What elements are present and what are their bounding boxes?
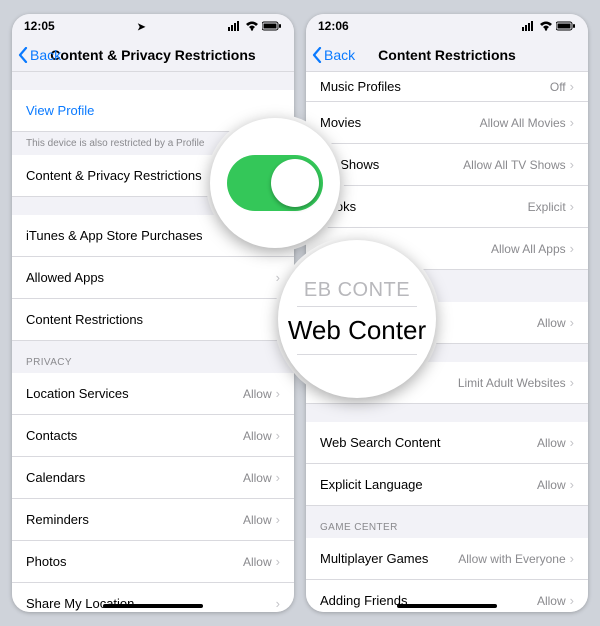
list-item[interactable]: BooksExplicit›	[306, 186, 588, 228]
status-right	[228, 21, 282, 31]
list-item[interactable]: Content Restrictions›	[12, 299, 294, 341]
list-item[interactable]: RemindersAllow›	[12, 499, 294, 541]
list-item[interactable]: Location ServicesAllow›	[12, 373, 294, 415]
chevron-right-icon: ›	[570, 115, 574, 130]
list-item[interactable]: Allowed Apps›	[12, 257, 294, 299]
wifi-icon	[245, 21, 259, 31]
chevron-right-icon: ›	[276, 596, 280, 611]
status-bar: 12:06	[306, 14, 588, 38]
big-toggle-on	[227, 155, 323, 211]
status-bar: 12:05 ➤	[12, 14, 294, 38]
location-icon: ➤	[137, 22, 145, 33]
chevron-right-icon: ›	[570, 435, 574, 450]
clock: 12:05	[24, 19, 55, 33]
wifi-icon	[539, 21, 553, 31]
mag-main-text: Web Conter	[288, 307, 426, 354]
nav-bar: Back Content & Privacy Restrictions	[12, 38, 294, 72]
list-item[interactable]: ContactsAllow›	[12, 415, 294, 457]
back-button[interactable]: Back	[312, 47, 355, 63]
list-item[interactable]: TV ShowsAllow All TV Shows›	[306, 144, 588, 186]
chevron-right-icon: ›	[276, 470, 280, 485]
list-item[interactable]: Multiplayer GamesAllow with Everyone›	[306, 538, 588, 580]
privacy-header: Privacy	[12, 341, 294, 373]
chevron-right-icon: ›	[276, 512, 280, 527]
signal-icon	[228, 21, 242, 31]
chevron-right-icon: ›	[570, 551, 574, 566]
battery-icon	[556, 21, 576, 31]
chevron-left-icon	[18, 47, 28, 63]
left-phone: 12:05 ➤ Back Content & Privacy Restricti…	[12, 14, 294, 612]
list-item[interactable]: MoviesAllow All Movies›	[306, 102, 588, 144]
list-item[interactable]: Music ProfilesOff›	[306, 72, 588, 102]
chevron-left-icon	[312, 47, 322, 63]
chevron-right-icon: ›	[276, 386, 280, 401]
chevron-right-icon: ›	[276, 428, 280, 443]
view-profile-label: View Profile	[26, 103, 280, 118]
list-item[interactable]: CalendarsAllow›	[12, 457, 294, 499]
magnifier-toggle	[210, 118, 340, 248]
status-right	[522, 21, 576, 31]
restrictions-toggle-label: Content & Privacy Restrictions	[26, 168, 240, 183]
back-button[interactable]: Back	[18, 47, 61, 63]
battery-icon	[262, 21, 282, 31]
nav-bar: Back Content Restrictions	[306, 38, 588, 72]
chevron-right-icon: ›	[570, 477, 574, 492]
game-center-header: Game Center	[306, 506, 588, 538]
chevron-right-icon: ›	[570, 593, 574, 608]
chevron-right-icon: ›	[570, 199, 574, 214]
chevron-right-icon: ›	[276, 554, 280, 569]
chevron-right-icon: ›	[570, 315, 574, 330]
home-indicator[interactable]	[397, 604, 497, 608]
list-item[interactable]: Explicit LanguageAllow›	[306, 464, 588, 506]
chevron-right-icon: ›	[276, 270, 280, 285]
chevron-right-icon: ›	[570, 241, 574, 256]
chevron-right-icon: ›	[570, 157, 574, 172]
chevron-right-icon: ›	[570, 79, 574, 94]
list-item[interactable]: PhotosAllow›	[12, 541, 294, 583]
chevron-right-icon: ›	[570, 375, 574, 390]
mag-faded-top: EB CONTE	[304, 275, 410, 306]
home-indicator[interactable]	[103, 604, 203, 608]
back-label: Back	[30, 47, 61, 63]
clock: 12:06	[318, 19, 349, 33]
back-label: Back	[324, 47, 355, 63]
signal-icon	[522, 21, 536, 31]
magnifier-web-content: EB CONTE Web Conter	[278, 240, 436, 398]
list-item[interactable]: Web Search ContentAllow›	[306, 422, 588, 464]
